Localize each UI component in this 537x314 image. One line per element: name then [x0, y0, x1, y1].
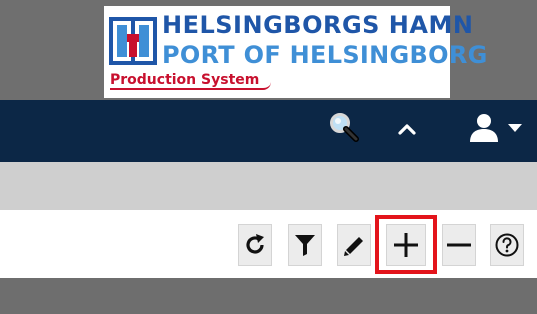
title-bar — [0, 162, 537, 210]
filter-button[interactable] — [288, 224, 322, 266]
logo-subtitle: PORT OF HELSINGBORG — [162, 41, 488, 69]
chevron-up-icon — [398, 124, 416, 135]
pencil-icon — [344, 237, 363, 256]
user-menu-button[interactable] — [460, 110, 530, 146]
collapse-header-button[interactable] — [392, 114, 422, 144]
logo-title: HELSINGBORGS HAMN — [162, 11, 474, 39]
system-name-label: Production System — [110, 72, 272, 90]
content-header-band — [0, 278, 537, 314]
help-button[interactable] — [490, 224, 524, 266]
add-button[interactable] — [386, 224, 426, 266]
minus-icon — [447, 243, 471, 247]
refresh-button[interactable] — [238, 224, 272, 266]
edit-button[interactable] — [337, 224, 371, 266]
company-logo: HELSINGBORGS HAMN PORT OF HELSINGBORG Pr… — [104, 6, 487, 98]
top-navbar — [0, 100, 537, 162]
question-circle-icon — [495, 233, 519, 257]
caret-down-icon — [508, 124, 522, 132]
remove-button[interactable] — [442, 224, 476, 266]
port-emblem-icon — [109, 17, 157, 65]
search-button[interactable] — [326, 110, 362, 146]
plus-icon — [394, 233, 418, 257]
filter-icon — [295, 235, 315, 256]
magnifier-icon — [330, 113, 359, 142]
refresh-icon — [246, 234, 264, 254]
user-icon — [470, 114, 498, 142]
